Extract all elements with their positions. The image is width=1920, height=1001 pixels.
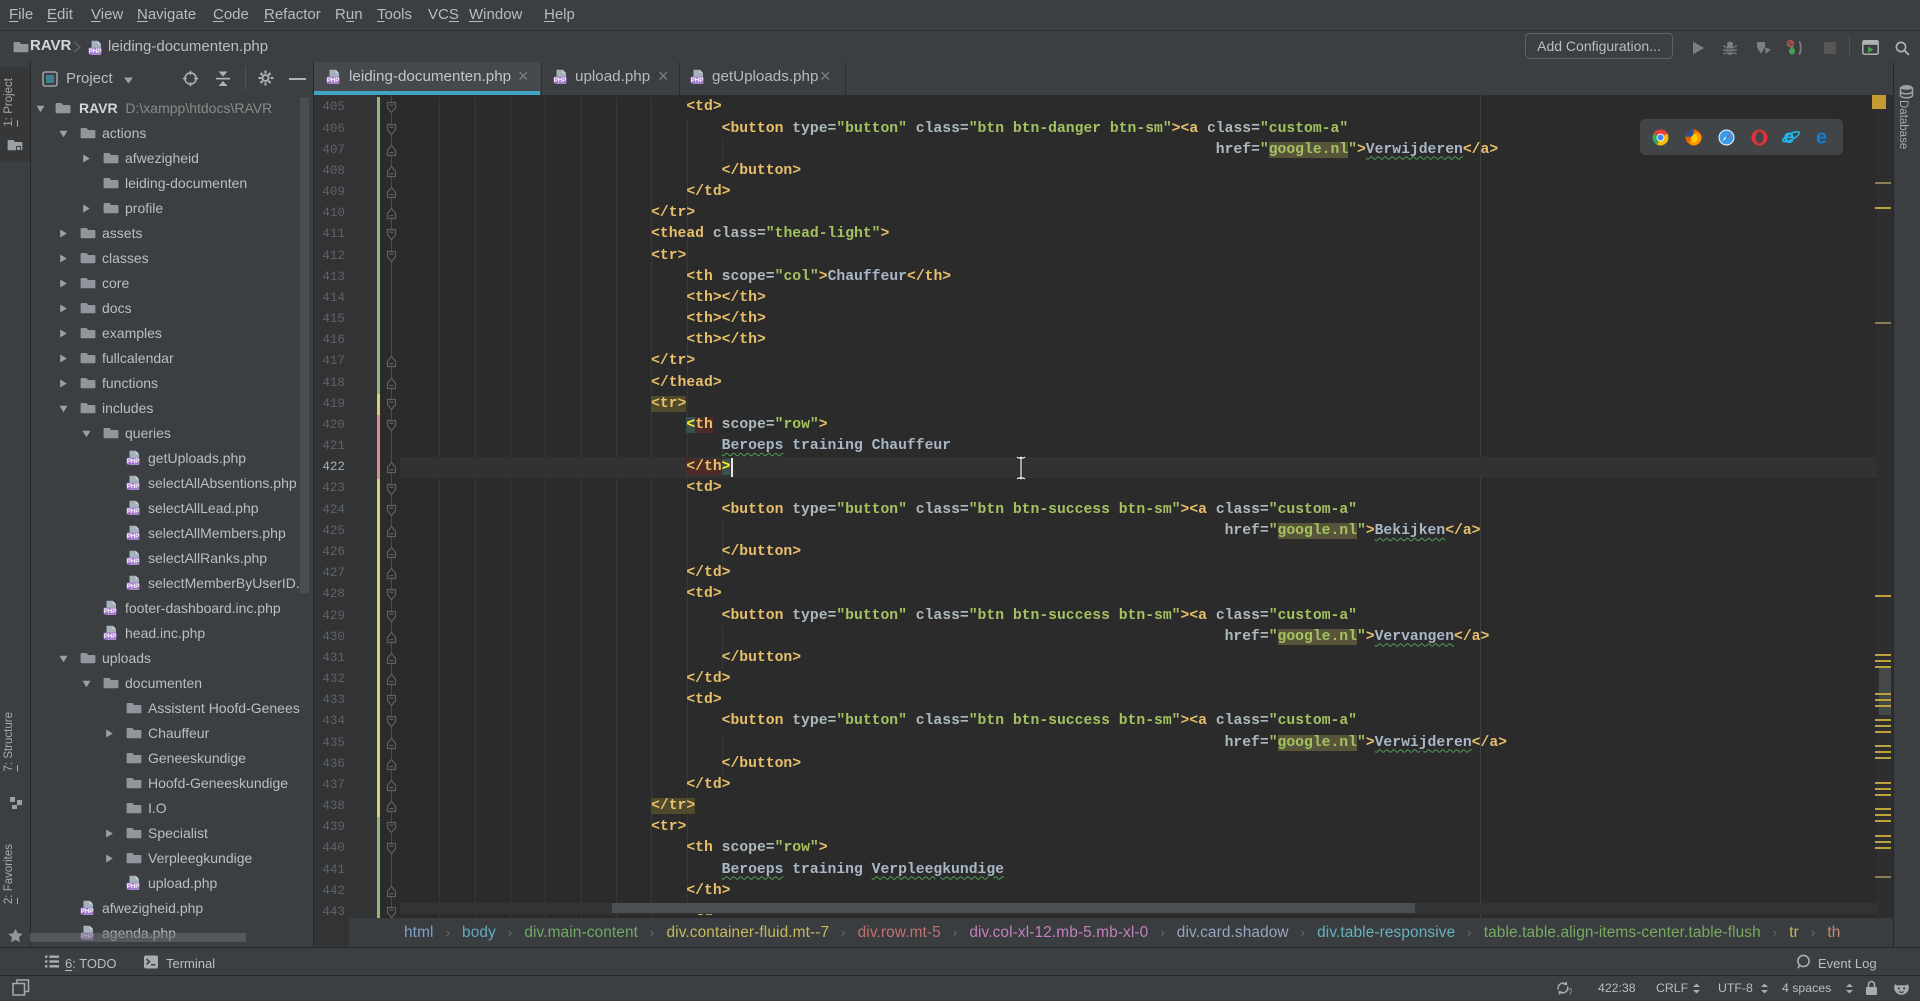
svg-text:?: ?	[1568, 987, 1572, 996]
svg-text:e: e	[1816, 127, 1827, 147]
